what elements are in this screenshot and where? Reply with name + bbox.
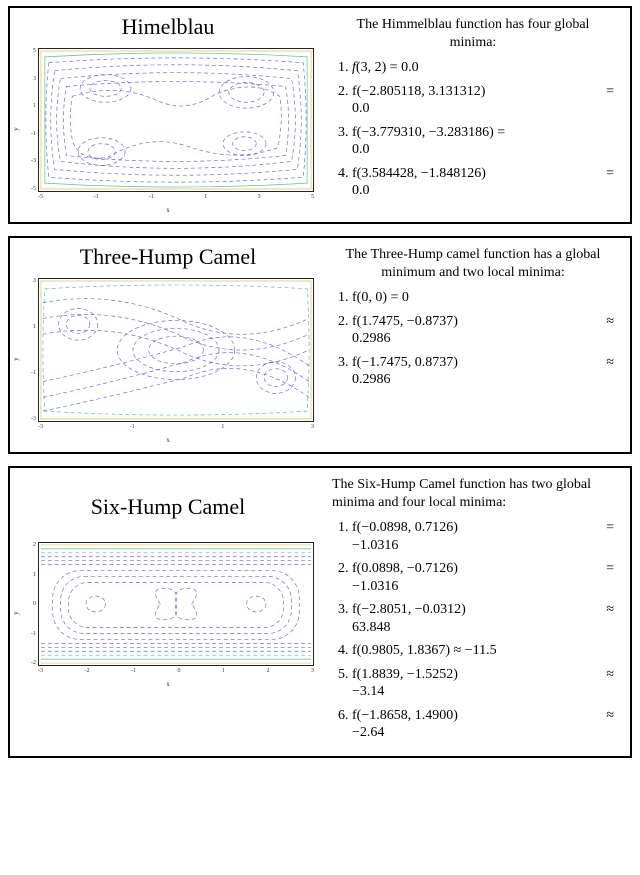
panel-left: Himelblau y 5 3 1 -1 -3 -5: [18, 14, 318, 214]
panel-right: The Three-Hump camel function has a glob…: [328, 244, 622, 395]
axis-y-label: y: [12, 357, 20, 361]
plot-area: [38, 48, 314, 192]
list-item: f(1.8839, −1.5252)≈ −3.14: [352, 666, 618, 701]
list-item: f(−1.7475, 0.8737)≈ 0.2986: [352, 354, 618, 389]
list-item: f(0.0898, −0.7126)= −1.0316: [352, 560, 618, 595]
panel-title: Three-Hump Camel: [18, 244, 318, 270]
list-item: f(1.7475, −0.8737)≈ 0.2986: [352, 313, 618, 348]
axis-x-label: x: [166, 680, 170, 688]
axis-y-label: y: [12, 127, 20, 131]
axis-x-label: x: [166, 206, 170, 214]
panel-six-hump-camel: Six-Hump Camel y 2 1 0 -1 -2: [8, 466, 632, 758]
axis-x-ticks: -3 -1 1 3: [38, 424, 314, 434]
list-item: f(0.9805, 1.8367) ≈ −11.5: [352, 642, 618, 660]
panel-right: The Himmelblau function has four global …: [328, 14, 622, 206]
list-item: f(−2.8051, −0.0312)≈ 63.848: [352, 601, 618, 636]
contour-plot-himmelblau: y 5 3 1 -1 -3 -5: [18, 44, 318, 214]
panel-himmelblau: Himelblau y 5 3 1 -1 -3 -5: [8, 6, 632, 224]
contour-plot-six-hump: y 2 1 0 -1 -2: [18, 538, 318, 688]
minima-list: f(−0.0898, 0.7126)= −1.0316 f(0.0898, −0…: [328, 519, 618, 742]
axis-y-ticks: 2 1 0 -1 -2: [20, 542, 36, 666]
minima-list: f(3, 2) = 0.0 f(−2.805118, 3.131312)= 0.…: [328, 59, 618, 200]
axis-x-ticks: -5 -3 -1 1 3 5: [38, 194, 314, 204]
panel-left: Three-Hump Camel y 3 1 -1 -3: [18, 244, 318, 444]
contour-plot-three-hump: y 3 1 -1 -3: [18, 274, 318, 444]
list-item: f(3, 2) = 0.0: [352, 59, 618, 77]
contour-svg: [39, 279, 313, 421]
axis-x-ticks: -3 -2 -1 0 1 2 3: [38, 668, 314, 678]
list-item: f(3.584428, −1.848126)= 0.0: [352, 165, 618, 200]
contour-svg: [39, 543, 313, 665]
panel-title: Himelblau: [18, 14, 318, 40]
panel-left: Six-Hump Camel y 2 1 0 -1 -2: [18, 474, 318, 688]
panel-right: The Six-Hump Camel function has two glob…: [328, 474, 622, 748]
list-item: f(−3.779310, −3.283186) = 0.0: [352, 124, 618, 159]
axis-y-ticks: 3 1 -1 -3: [20, 278, 36, 422]
axis-y-label: y: [12, 611, 20, 615]
minima-list: f(0, 0) = 0 f(1.7475, −0.8737)≈ 0.2986 f…: [328, 289, 618, 389]
list-item: f(−1.8658, 1.4900)≈ −2.64: [352, 707, 618, 742]
panel-title: Six-Hump Camel: [18, 494, 318, 520]
axis-y-ticks: 5 3 1 -1 -3 -5: [20, 48, 36, 192]
axis-x-label: x: [166, 436, 170, 444]
contour-svg: [39, 49, 313, 191]
list-item: f(−2.805118, 3.131312)= 0.0: [352, 83, 618, 118]
panel-intro: The Three-Hump camel function has a glob…: [328, 246, 618, 281]
plot-area: [38, 278, 314, 422]
plot-area: [38, 542, 314, 666]
panel-three-hump-camel: Three-Hump Camel y 3 1 -1 -3: [8, 236, 632, 454]
list-item: f(0, 0) = 0: [352, 289, 618, 307]
panel-intro: The Six-Hump Camel function has two glob…: [328, 476, 618, 511]
list-item: f(−0.0898, 0.7126)= −1.0316: [352, 519, 618, 554]
panel-intro: The Himmelblau function has four global …: [328, 16, 618, 51]
